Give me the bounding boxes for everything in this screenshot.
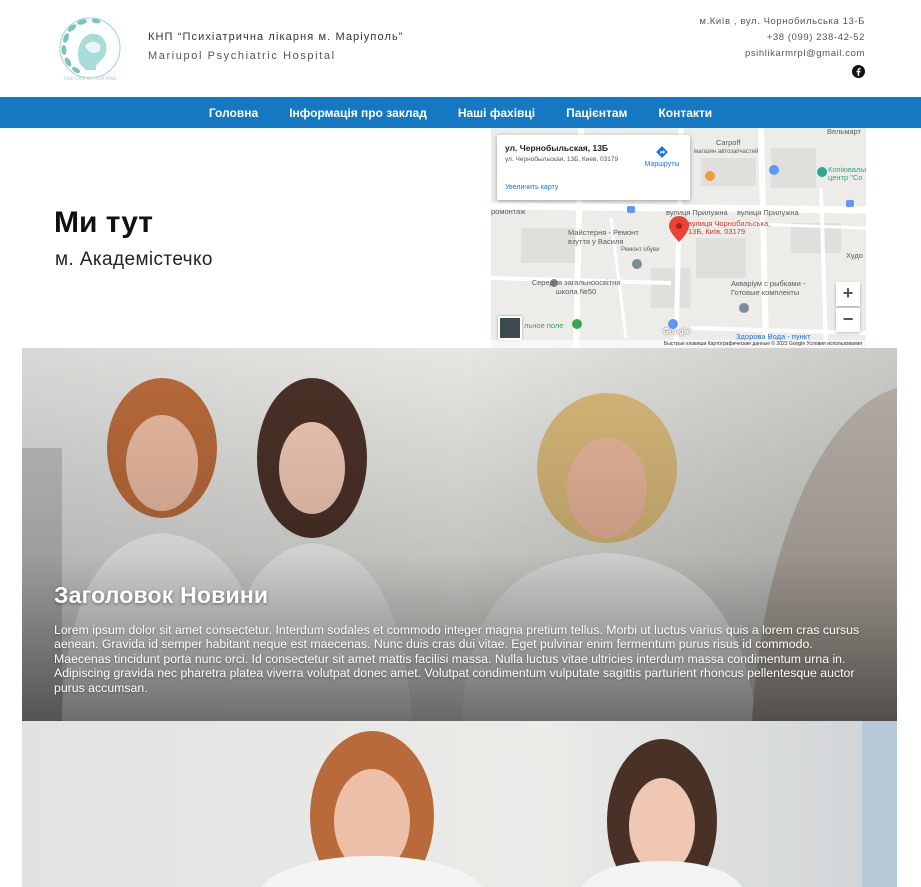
svg-text:TAKE CARE OF YOUR MIND: TAKE CARE OF YOUR MIND	[62, 76, 116, 81]
map-place-card: ул. Чернобыльская, 13Б ул. Чернобыльская…	[497, 135, 690, 200]
zoom-out-button[interactable]: −	[836, 308, 860, 332]
map-label: ромонтаж	[491, 207, 526, 216]
news-title: Заголовок Новини	[54, 582, 269, 608]
map-label: Худо	[846, 251, 863, 260]
hospital-logo[interactable]: TAKE CARE OF YOUR MIND	[52, 10, 128, 86]
google-map[interactable]: Вельмарт Carpoff магазин автозапчастей К…	[491, 128, 866, 348]
site-header: TAKE CARE OF YOUR MIND КНП “Психіатрична…	[0, 0, 921, 97]
contact-info: м.Київ , вул. Чорнобильська 13-Б +38 (09…	[699, 16, 865, 80]
map-label: Акваріум с рыбками - Готовые комплекты	[731, 279, 806, 297]
location-subtitle: м. Академістечко	[55, 249, 213, 270]
enlarge-map-link[interactable]: Увеличить карту	[505, 184, 558, 191]
map-card-title: ул. Чернобыльская, 13Б	[505, 143, 609, 153]
news-banner[interactable]: Заголовок Новини Lorem ipsum dolor sit a…	[22, 348, 897, 721]
zoom-in-button[interactable]: +	[836, 282, 860, 306]
map-label: Копіювальний центр "Со	[828, 165, 866, 182]
directions-button[interactable]: Маршруты	[639, 145, 685, 168]
map-label: Вельмарт	[827, 128, 861, 136]
map-pin-label: вулиця Чорнобильська, 13Б, Київ, 03179	[688, 219, 771, 236]
map-label: магазин автозапчастей	[694, 149, 759, 155]
map-label: вулиця Прилужна	[666, 208, 728, 217]
address-text: м.Київ , вул. Чорнобильська 13-Б	[699, 16, 865, 27]
nav-item-contacts[interactable]: Контакти	[658, 106, 712, 120]
map-label: вулиця Прилужна	[737, 208, 799, 217]
map-card-address: ул. Чернобыльская, 13Б, Киев, 03179	[505, 156, 619, 163]
map-label: Майстерня - Ремонт взуття у Василя	[568, 228, 639, 246]
google-logo: Google	[663, 327, 691, 336]
email-link[interactable]: psihlikarmrpl@gmail.com	[699, 48, 865, 64]
map-label: Carpoff	[716, 138, 741, 147]
main-nav: Головна Інформація про заклад Наші фахів…	[0, 97, 921, 128]
map-label: льное поле	[524, 321, 564, 330]
map-footer: Быстрые клавиши Картографические данные …	[491, 340, 866, 348]
nav-item-patients[interactable]: Пацієнтам	[566, 106, 627, 120]
nav-item-specialists[interactable]: Наші фахівці	[458, 106, 535, 120]
news-banner[interactable]	[22, 721, 897, 887]
map-label: Середня загальноосвітня школа №50	[531, 278, 621, 296]
location-title: Ми тут	[54, 206, 153, 239]
nav-item-home[interactable]: Головна	[209, 106, 258, 120]
hospital-name-en: Mariupol Psychiatric Hospital	[148, 50, 336, 62]
news-photo	[22, 721, 897, 887]
phone-link[interactable]: +38 (099) 238-42-52	[699, 32, 865, 48]
news-text: Lorem ipsum dolor sit amet consectetur. …	[54, 623, 860, 695]
map-label: Ремонт обуви	[621, 247, 660, 253]
facebook-icon[interactable]	[852, 65, 865, 78]
directions-label: Маршруты	[644, 161, 680, 168]
brand-block: КНП “Психіатрична лікарня м. Маріуполь” …	[148, 31, 404, 62]
satellite-toggle[interactable]	[498, 316, 522, 340]
nav-item-about[interactable]: Інформація про заклад	[289, 106, 427, 120]
hospital-name-ua: КНП “Психіатрична лікарня м. Маріуполь”	[148, 31, 404, 43]
directions-icon	[639, 145, 685, 159]
